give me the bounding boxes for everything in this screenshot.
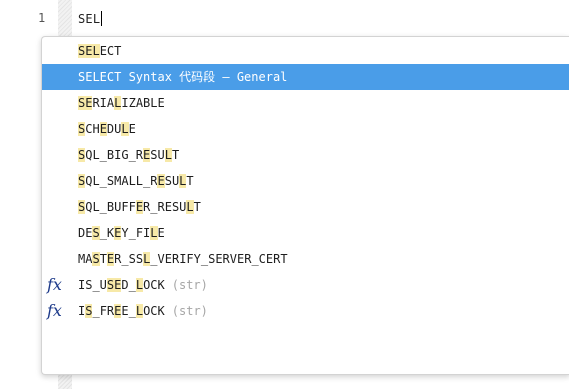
label-segment: CH [85,122,100,136]
match-highlight: S [92,252,100,266]
label-segment: QL_BIG_R [85,148,144,162]
autocomplete-item[interactable]: SQL_BUFFER_RESULT [42,194,569,220]
match-highlight: L [164,148,172,162]
label-segment: QL_BUFF [85,200,136,214]
autocomplete-item-label: SELECT Syntax 代码段 – General [78,70,287,85]
match-highlight: SEL [78,44,100,58]
autocomplete-item-label: IS_USED_LOCK (str) [78,278,208,293]
match-highlight: L [135,278,144,292]
autocomplete-popup: SELECT SELECT Syntax 代码段 – General SERIALI… [41,36,569,375]
label-segment: Y_FI [121,226,151,240]
label-segment: T [99,252,107,266]
label-segment: T [171,148,180,162]
text-cursor [101,11,103,26]
label-segment: IS_U [78,278,107,292]
label-segment: D_ [121,278,136,292]
label-segment: R_SS [114,252,144,266]
label-segment: _FR [92,304,115,318]
autocomplete-item[interactable]: DES_KEY_FILE [42,220,569,246]
match-highlight: L [121,122,129,136]
label-segment: R_RESU [143,200,187,214]
autocomplete-item[interactable]: SELECT [42,38,569,64]
match-highlight: SE [78,96,93,110]
label-segment: E [128,122,136,136]
autocomplete-item[interactable]: SQL_SMALL_RESULT [42,168,569,194]
label-segment: MA [78,252,93,266]
autocomplete-item[interactable]: fx IS_FREE_LOCK (str) [42,298,569,324]
match-highlight: S [92,226,100,240]
label-segment: QL_SMALL_R [85,174,158,188]
match-highlight: L [186,200,194,214]
label-segment: OCK [143,304,165,318]
label-segment: ECT [99,44,122,58]
autocomplete-item[interactable]: SELECT Syntax 代码段 – General [42,64,569,90]
label-segment: RIA [92,96,115,110]
autocomplete-item-label: IS_FREE_LOCK (str) [78,304,208,319]
label-segment: SU [164,174,180,188]
label-segment: DU [106,122,122,136]
label-segment: SELECT Syntax 代码段 – General [78,70,288,84]
function-icon: fx [47,275,62,294]
function-args: (str) [171,278,208,292]
match-highlight: E [99,122,107,136]
autocomplete-item-label: SERIALIZABLE [78,96,165,111]
autocomplete-item[interactable]: SERIALIZABLE [42,90,569,116]
label-segment: E [157,226,165,240]
autocomplete-item-label: SQL_BIG_RESULT [78,148,179,163]
autocomplete-item[interactable]: SQL_BIG_RESULT [42,142,569,168]
autocomplete-item-label: SQL_SMALL_RESULT [78,174,194,189]
label-segment: E_ [121,304,136,318]
label-segment: _K [99,226,115,240]
match-highlight: E [135,200,144,214]
label-segment: _VERIFY_SERVER_CERT [150,252,288,266]
label-segment: OCK [143,278,165,292]
label-segment: SU [150,148,165,162]
match-highlight: E [157,174,165,188]
autocomplete-item[interactable]: fx IS_USED_LOCK (str) [42,272,569,298]
autocomplete-item-label: SCHEDULE [78,122,136,137]
autocomplete-item-label: MASTER_SSL_VERIFY_SERVER_CERT [78,252,288,267]
label-segment: IZABLE [121,96,165,110]
function-args: (str) [171,304,208,318]
autocomplete-item-label: DES_KEY_FILE [78,226,165,241]
autocomplete-item[interactable]: MASTER_SSL_VERIFY_SERVER_CERT [42,246,569,272]
label-segment: T [193,200,201,214]
typed-text: SEL [78,12,101,26]
label-segment: DE [78,226,93,240]
code-line[interactable]: SEL [78,11,103,26]
autocomplete-item-label: SELECT [78,44,121,59]
match-highlight: L [150,226,158,240]
autocomplete-item-label: SQL_BUFFER_RESULT [78,200,201,215]
line-number: 1 [38,11,46,25]
label-segment: T [186,174,194,188]
function-icon: fx [47,301,62,320]
sql-editor[interactable]: 1 SEL SELECT SELECT Syntax 代码段 – General S… [0,0,569,389]
autocomplete-item[interactable]: SCHEDULE [42,116,569,142]
match-highlight: L [135,304,144,318]
